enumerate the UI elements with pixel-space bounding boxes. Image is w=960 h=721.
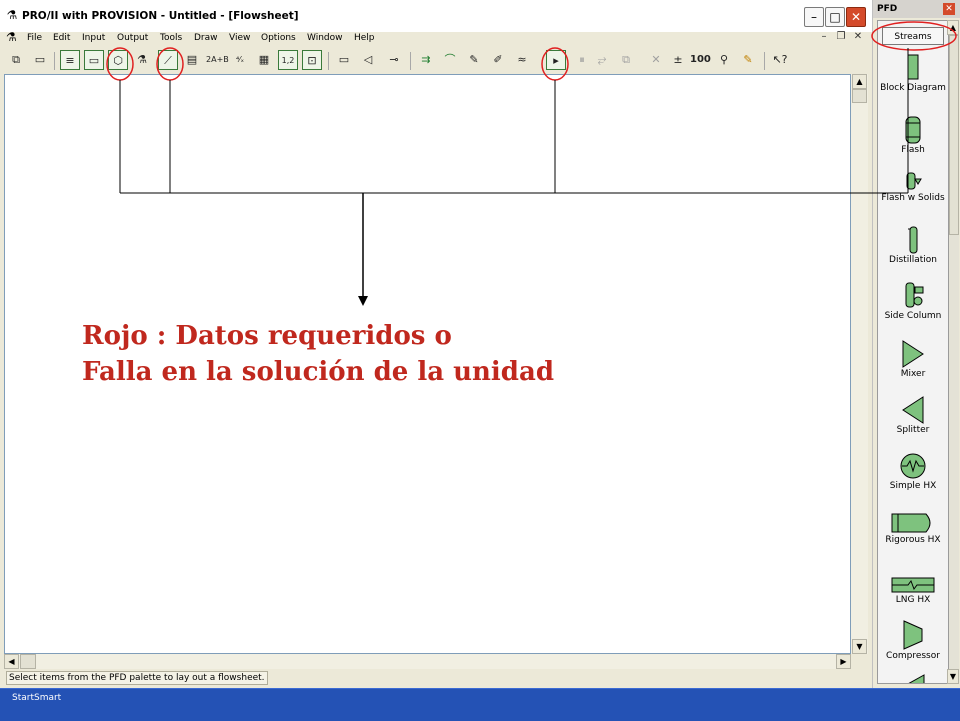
annotation-line-2: Falla en la solución de la unidad [82, 357, 555, 387]
highlight-circle-thermo [106, 47, 134, 81]
annotation-line-1: Rojo : Datos requeridos o [82, 321, 452, 351]
highlight-circle-streams [871, 21, 957, 51]
callout-arrow-head [358, 296, 368, 306]
highlight-circle-run [541, 47, 569, 81]
annotation-text: Rojo : Datos requeridos o Falla en la so… [82, 318, 554, 390]
highlight-circle-properties [156, 47, 184, 81]
